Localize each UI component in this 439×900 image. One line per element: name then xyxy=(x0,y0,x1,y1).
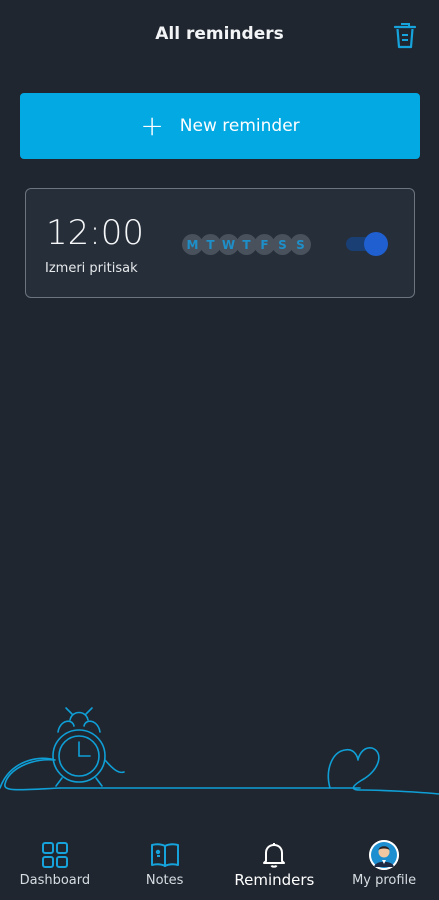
day-sunday[interactable]: S xyxy=(290,234,311,255)
avatar-icon xyxy=(369,840,400,870)
nav-reminders-label: Reminders xyxy=(234,871,315,889)
reminder-toggle[interactable] xyxy=(344,232,390,256)
nav-my-profile-label: My profile xyxy=(352,873,417,888)
page-title: All reminders xyxy=(155,24,284,44)
nav-notes-label: Notes xyxy=(145,873,184,888)
new-reminder-button[interactable]: + New reminder xyxy=(20,93,420,159)
bell-icon xyxy=(263,843,286,868)
book-icon xyxy=(150,843,179,867)
reminder-card[interactable]: 12:00 Izmeri pritisak M T W T F S S xyxy=(25,188,415,298)
new-reminder-label: New reminder xyxy=(179,116,300,136)
avatar xyxy=(369,840,400,870)
alarm-clock-illustration xyxy=(0,700,439,800)
nav-dashboard-label: Dashboard xyxy=(19,873,91,888)
nav-my-profile[interactable]: My profile xyxy=(329,820,439,900)
nav-notes[interactable]: Notes xyxy=(110,820,220,900)
weekday-selector: M T W T F S S xyxy=(182,234,311,255)
reminder-name: Izmeri pritisak xyxy=(45,261,138,276)
trash-icon xyxy=(393,23,417,49)
plus-icon: + xyxy=(140,109,164,142)
header: All reminders xyxy=(0,0,439,70)
nav-reminders[interactable]: Reminders xyxy=(220,820,330,900)
line-art-icon xyxy=(0,707,439,795)
bottom-navigation: Dashboard Notes Reminders My profile xyxy=(0,820,439,900)
nav-dashboard[interactable]: Dashboard xyxy=(0,820,110,900)
delete-button[interactable] xyxy=(391,20,419,50)
reminder-time: 12:00 xyxy=(46,213,144,253)
toggle-knob xyxy=(364,232,388,256)
dashboard-grid-icon xyxy=(41,842,68,868)
